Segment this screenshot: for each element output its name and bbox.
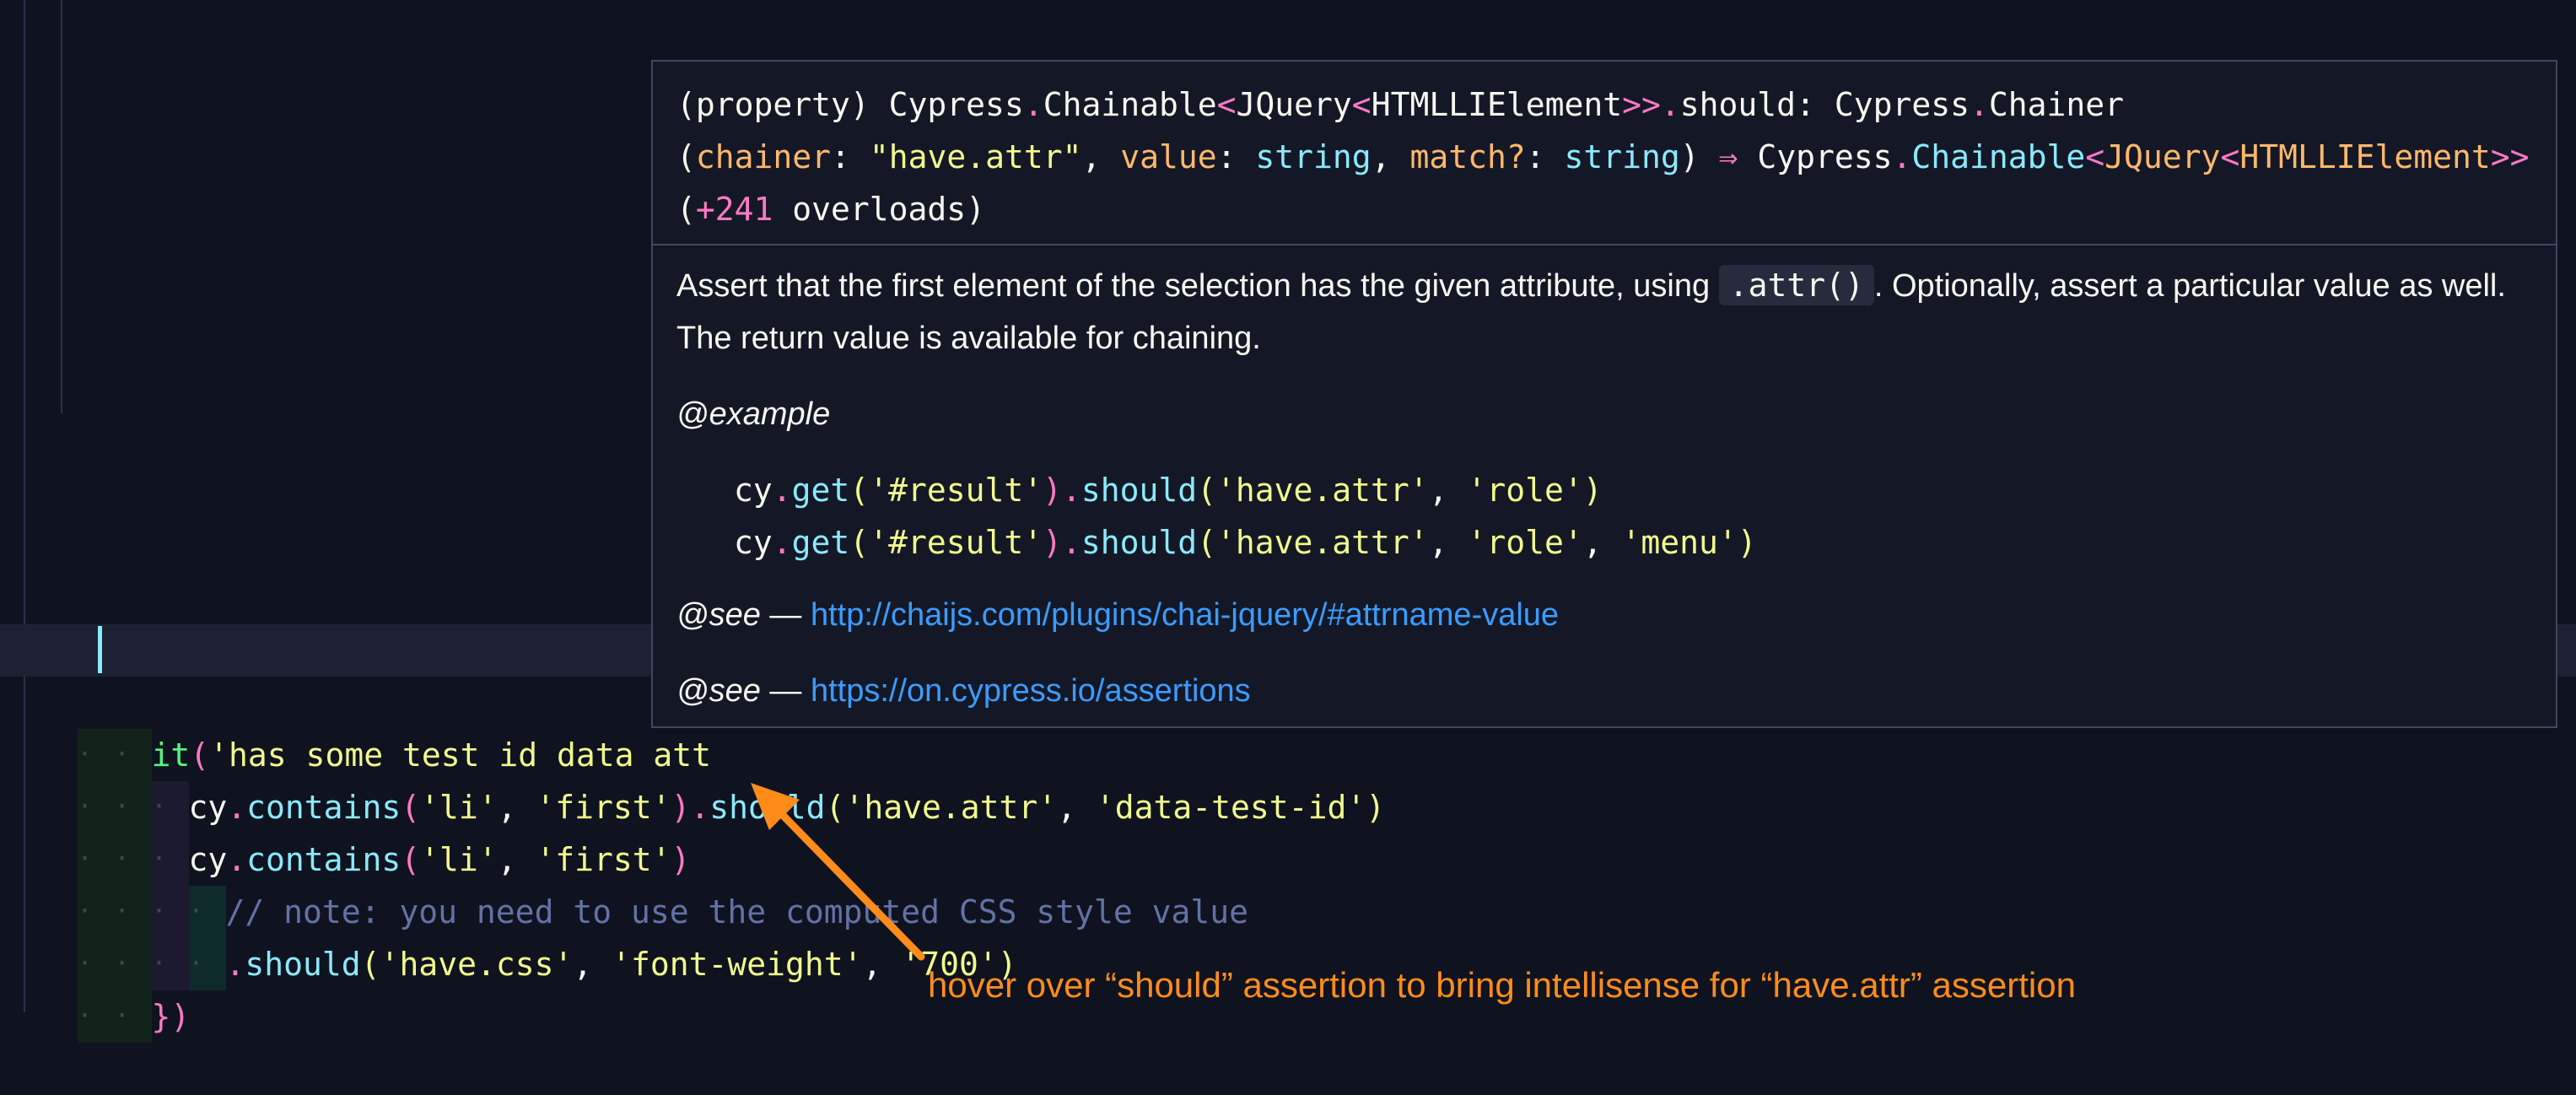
arrow-shaft (770, 802, 925, 961)
annotation-arrow (751, 783, 925, 961)
annotation-caption: hover over “should” assertion to bring i… (928, 965, 2076, 1005)
